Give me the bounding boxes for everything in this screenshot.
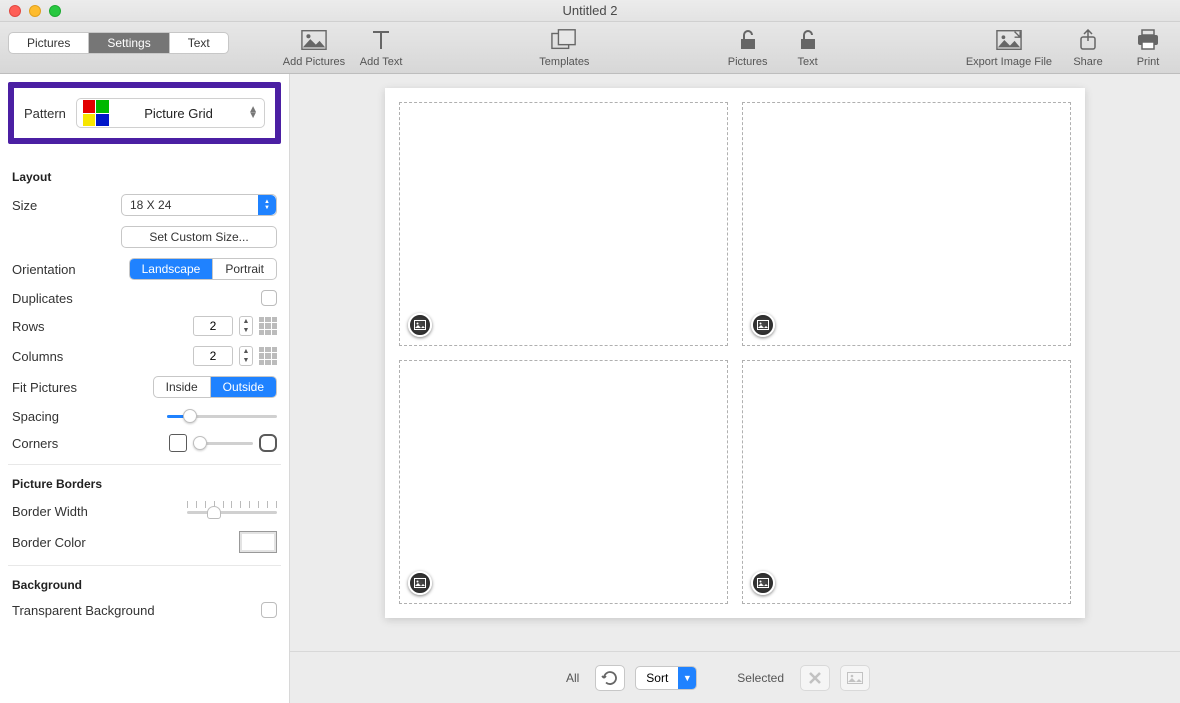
corners-label: Corners — [12, 436, 102, 451]
fit-label: Fit Pictures — [12, 380, 102, 395]
layout-heading: Layout — [12, 170, 277, 184]
grid-rows-icon — [259, 317, 277, 335]
share-icon — [1075, 27, 1101, 53]
pattern-section: Pattern Picture Grid ▲▼ — [8, 82, 281, 144]
all-label: All — [566, 671, 579, 685]
grid-cell[interactable] — [742, 360, 1071, 604]
rows-stepper[interactable]: ▲▼ — [239, 316, 253, 336]
border-width-slider[interactable] — [187, 501, 277, 521]
orientation-label: Orientation — [12, 262, 102, 277]
borders-heading: Picture Borders — [12, 477, 277, 491]
columns-label: Columns — [12, 349, 102, 364]
refresh-button[interactable] — [595, 665, 625, 691]
grid-cell[interactable] — [742, 102, 1071, 346]
background-section: Background Transparent Background — [8, 566, 281, 630]
pattern-label: Pattern — [24, 106, 66, 121]
share-button[interactable]: Share — [1064, 27, 1112, 68]
spacing-label: Spacing — [12, 409, 102, 424]
lock-text-button[interactable]: Text — [784, 27, 832, 68]
corner-round-icon — [259, 434, 277, 452]
add-picture-icon[interactable] — [751, 313, 775, 337]
unlock-icon — [735, 27, 761, 53]
transparent-bg-label: Transparent Background — [12, 603, 182, 618]
columns-input[interactable] — [193, 346, 233, 366]
export-button[interactable]: Export Image File — [966, 27, 1052, 68]
image-icon — [301, 27, 327, 53]
rows-input[interactable] — [193, 316, 233, 336]
add-pictures-button[interactable]: Add Pictures — [283, 27, 345, 68]
duplicates-label: Duplicates — [12, 291, 102, 306]
window-title: Untitled 2 — [0, 3, 1180, 18]
background-heading: Background — [12, 578, 277, 592]
canvas-area: All Sort ▼ Selected — [290, 74, 1180, 703]
transparent-bg-checkbox[interactable] — [261, 602, 277, 618]
fit-outside[interactable]: Outside — [211, 377, 276, 397]
toolbar: Pictures Settings Text Add Pictures Add … — [0, 22, 1180, 74]
tab-settings[interactable]: Settings — [89, 33, 169, 53]
border-width-label: Border Width — [12, 504, 122, 519]
title-bar: Untitled 2 — [0, 0, 1180, 22]
chevron-updown-icon: ▲▼ — [248, 107, 258, 119]
add-picture-icon[interactable] — [408, 571, 432, 595]
fit-inside[interactable]: Inside — [154, 377, 211, 397]
templates-button[interactable]: Templates — [539, 27, 589, 68]
delete-selected-button[interactable] — [800, 665, 830, 691]
pattern-select[interactable]: Picture Grid ▲▼ — [76, 98, 265, 128]
add-picture-icon[interactable] — [408, 313, 432, 337]
spacing-slider[interactable] — [167, 408, 277, 424]
mode-tabs: Pictures Settings Text — [8, 32, 229, 54]
grid-cell[interactable] — [399, 102, 728, 346]
print-button[interactable]: Print — [1124, 27, 1172, 68]
borders-section: Picture Borders Border Width Border Colo… — [8, 465, 281, 566]
tab-text[interactable]: Text — [170, 33, 228, 53]
pattern-swatch-icon — [83, 100, 109, 126]
chevron-down-icon: ▼ — [678, 667, 696, 689]
sort-button[interactable]: Sort ▼ — [635, 666, 697, 690]
lock-pictures-button[interactable]: Pictures — [724, 27, 772, 68]
tab-pictures[interactable]: Pictures — [9, 33, 89, 53]
custom-size-button[interactable]: Set Custom Size... — [121, 226, 277, 248]
picture-grid-sheet — [385, 88, 1085, 618]
add-text-button[interactable]: Add Text — [357, 27, 405, 68]
layout-section: Layout Size 18 X 24 Set Custom Size... — [8, 158, 281, 465]
grid-cell[interactable] — [399, 360, 728, 604]
orientation-landscape[interactable]: Landscape — [130, 259, 214, 279]
pattern-value: Picture Grid — [119, 106, 238, 121]
selected-picture-button[interactable] — [840, 665, 870, 691]
orientation-segment: Landscape Portrait — [129, 258, 277, 280]
settings-sidebar: Pattern Picture Grid ▲▼ Layout Size 18 — [0, 74, 290, 703]
chevron-updown-icon — [258, 195, 276, 215]
templates-icon — [551, 27, 577, 53]
canvas-footer: All Sort ▼ Selected — [290, 651, 1180, 703]
grid-columns-icon — [259, 347, 277, 365]
fit-segment: Inside Outside — [153, 376, 277, 398]
print-icon — [1135, 27, 1161, 53]
unlock-icon — [795, 27, 821, 53]
text-icon — [368, 27, 394, 53]
corners-slider[interactable] — [193, 435, 253, 451]
export-icon — [996, 27, 1022, 53]
selected-label: Selected — [737, 671, 784, 685]
border-color-well[interactable] — [239, 531, 277, 553]
size-select[interactable]: 18 X 24 — [121, 194, 277, 216]
add-picture-icon[interactable] — [751, 571, 775, 595]
duplicates-checkbox[interactable] — [261, 290, 277, 306]
orientation-portrait[interactable]: Portrait — [213, 259, 276, 279]
rows-label: Rows — [12, 319, 102, 334]
size-label: Size — [12, 198, 102, 213]
border-color-label: Border Color — [12, 535, 122, 550]
corner-square-icon — [169, 434, 187, 452]
columns-stepper[interactable]: ▲▼ — [239, 346, 253, 366]
